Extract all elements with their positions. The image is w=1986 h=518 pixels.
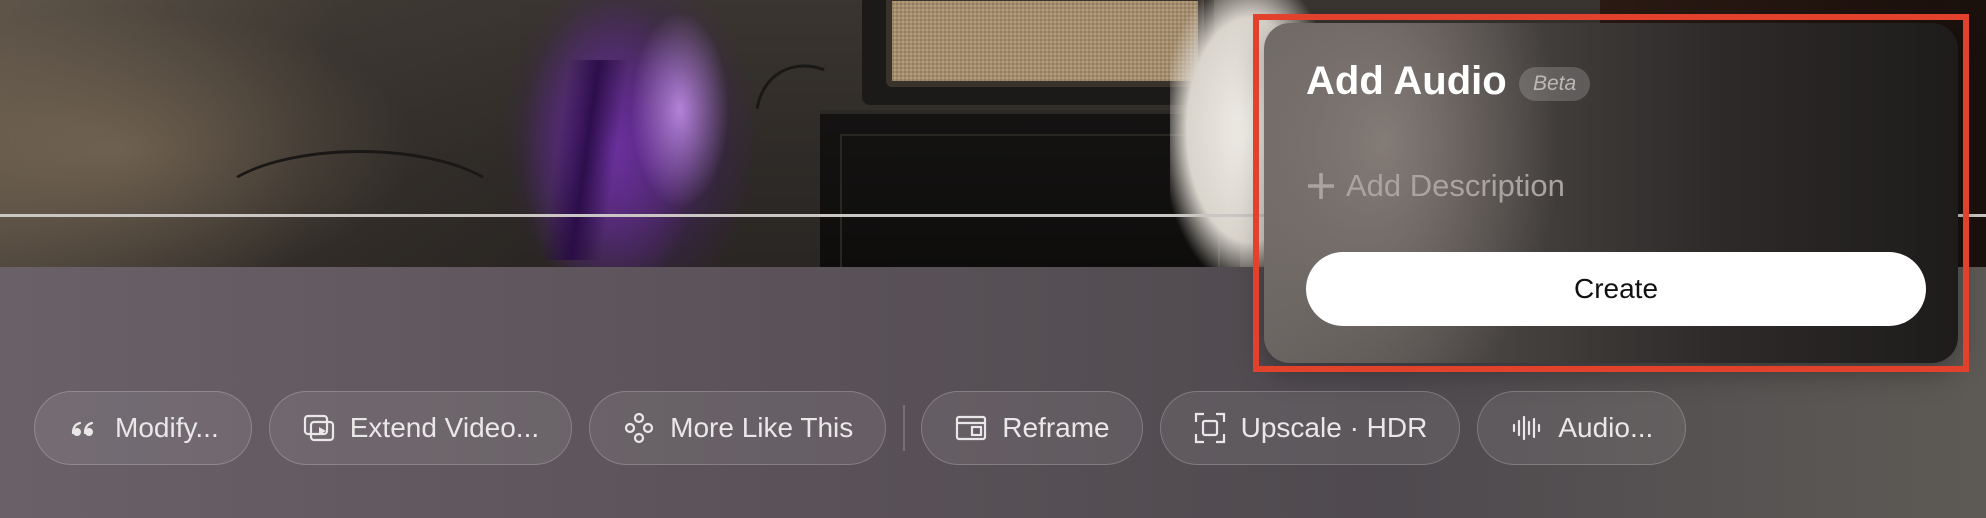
audio-button[interactable]: Audio... (1477, 391, 1687, 465)
modify-button[interactable]: Modify... (34, 391, 252, 465)
reframe-label: Reframe (1002, 412, 1110, 443)
waveform-icon (1513, 415, 1541, 441)
action-toolbar: Modify... Extend Video... More Like This… (34, 391, 1703, 465)
extend-video-icon (303, 414, 334, 442)
audio-label: Audio... (1558, 412, 1654, 443)
highlight-box (1253, 14, 1969, 372)
nodes-icon (625, 412, 654, 444)
extend-video-label: Extend Video... (349, 412, 540, 443)
reframe-icon (956, 415, 987, 441)
extend-video-button[interactable]: Extend Video... (268, 391, 573, 465)
quote-icon (71, 421, 94, 436)
modify-label: Modify... (115, 412, 219, 443)
purple-dress (430, 0, 820, 267)
toolbar-divider (903, 405, 906, 451)
more-like-this-label: More Like This (670, 412, 854, 443)
reframe-button[interactable]: Reframe (921, 391, 1143, 465)
upscale-hdr-label: Upscale · HDR (1240, 412, 1428, 443)
amplifier-grill (886, 0, 1204, 87)
upscale-icon (1194, 412, 1225, 444)
more-like-this-button[interactable]: More Like This (589, 391, 887, 465)
upscale-hdr-button[interactable]: Upscale · HDR (1159, 391, 1461, 465)
